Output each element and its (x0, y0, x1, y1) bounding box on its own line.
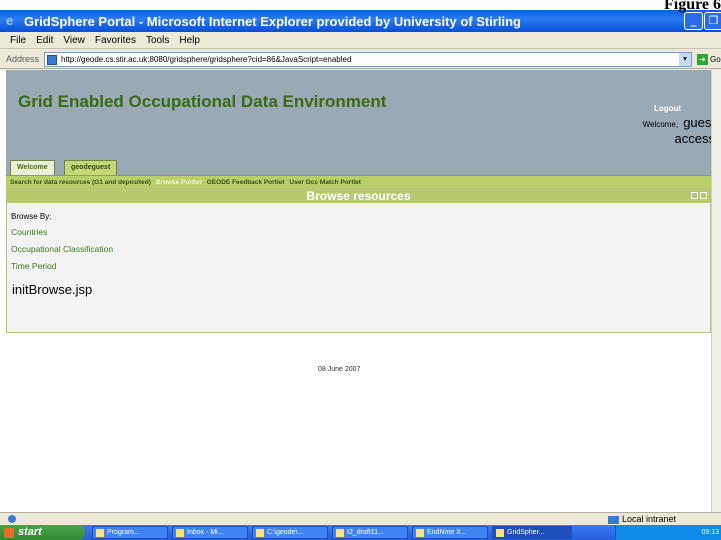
browse-by-label: Browse By: (11, 212, 52, 221)
link-occupational-classification[interactable]: Occupational Classification (11, 244, 113, 254)
maximize-portlet-icon[interactable] (700, 192, 707, 199)
go-label: Go (710, 55, 721, 64)
tab-welcome[interactable]: Welcome (10, 160, 55, 175)
address-dropdown-icon[interactable]: ▼ (679, 53, 691, 66)
go-arrow-icon: ➜ (697, 54, 708, 65)
vertical-scrollbar[interactable] (711, 70, 721, 512)
system-tray: 09:13 (615, 525, 721, 540)
footer-date: 08 June 2007 (318, 366, 361, 373)
app-icon (336, 529, 344, 537)
taskbar-item-endnote[interactable]: EndNote X... (412, 526, 488, 539)
folder-icon (256, 529, 264, 537)
taskbar-item-draft[interactable]: t2_draft11... (332, 526, 408, 539)
address-label: Address (6, 54, 40, 64)
menu-file[interactable]: File (10, 35, 26, 46)
link-countries[interactable]: Countries (11, 227, 47, 237)
taskbar-label: Program... (107, 529, 140, 536)
intranet-icon (608, 515, 619, 524)
status-bar: Local intranet (0, 512, 721, 525)
welcome-label: Welcome, (642, 120, 679, 129)
ie-window: e GridSphere Portal - Microsoft Internet… (0, 10, 721, 540)
portal-title: Grid Enabled Occupational Data Environme… (18, 92, 387, 111)
address-bar: Address http://geode.cs.stir.ac.uk:8080/… (0, 50, 721, 69)
window-title: GridSphere Portal - Microsoft Internet E… (24, 13, 521, 29)
portlet-title-text: Browse resources (306, 189, 411, 203)
taskbar-item-inbox[interactable]: Inbox - Mi... (172, 526, 248, 539)
browse-portlet: Browse resources Browse By: Countries Oc… (6, 188, 711, 333)
page-icon (47, 54, 57, 65)
portal-tabs: Welcome geodeguest (6, 155, 711, 175)
portal-header: Grid Enabled Occupational Data Environme… (6, 70, 711, 155)
zone-label: Local intranet (622, 514, 677, 524)
menu-view[interactable]: View (63, 35, 85, 46)
jsp-filename: initBrowse.jsp (12, 282, 93, 297)
minimize-button[interactable]: _ (684, 12, 703, 30)
welcome-text: Welcome, guest access (625, 114, 711, 146)
app-icon (416, 529, 424, 537)
page-content: Grid Enabled Occupational Data Environme… (0, 70, 711, 512)
taskbar-label: t2_draft11... (347, 529, 384, 536)
address-input[interactable]: http://geode.cs.stir.ac.uk:8080/gridsphe… (44, 52, 692, 67)
menu-tools[interactable]: Tools (146, 35, 169, 46)
start-button[interactable]: start (0, 525, 85, 540)
go-button[interactable]: ➜ Go (697, 52, 721, 67)
security-zone: Local intranet (608, 514, 676, 524)
menu-bar: File Edit View Favorites Tools Help (0, 32, 721, 49)
subtab-occ-match[interactable]: User Occ Match Portlet (289, 179, 361, 186)
windows-logo-icon (4, 528, 14, 538)
figure-label: Figure 6 (663, 0, 721, 13)
minimize-portlet-icon[interactable] (691, 192, 698, 199)
taskbar-item-folder[interactable]: C:\geode\... (252, 526, 328, 539)
clock[interactable]: 09:13 (701, 529, 719, 536)
taskbar-label: EndNote X... (427, 529, 467, 536)
ie-icon (496, 529, 504, 537)
subtab-feedback[interactable]: GEODE Feedback Portlet (207, 179, 285, 186)
page-status-icon (8, 515, 16, 523)
screenshot: e GridSphere Portal - Microsoft Internet… (0, 0, 721, 540)
menu-favorites[interactable]: Favorites (95, 35, 136, 46)
address-url: http://geode.cs.stir.ac.uk:8080/gridsphe… (61, 55, 352, 64)
start-label: start (18, 526, 42, 538)
subtab-browse[interactable]: Browse Portlet (156, 179, 202, 186)
app-icon (176, 529, 184, 537)
portlet-controls (689, 192, 707, 199)
taskbar-label: GridSpher... (507, 529, 545, 536)
link-time-period[interactable]: Time Period (11, 261, 57, 271)
taskbar-label: C:\geode\... (267, 529, 304, 536)
maximize-button[interactable]: ❐ (704, 12, 721, 30)
user-name: guest access (674, 115, 711, 146)
app-icon (96, 529, 104, 537)
taskbar-item-program[interactable]: Program... (92, 526, 168, 539)
tab-geodeguest[interactable]: geodeguest (64, 160, 118, 175)
subtab-search[interactable]: Search for data resources (G1 and deposi… (10, 179, 151, 186)
portlet-subtabs: Search for data resources (G1 and deposi… (6, 175, 711, 188)
menu-edit[interactable]: Edit (36, 35, 53, 46)
portlet-title: Browse resources (7, 189, 710, 203)
ie-icon: e (6, 13, 14, 28)
taskbar-item-gridsphere[interactable]: GridSpher... (492, 526, 572, 539)
menu-help[interactable]: Help (179, 35, 200, 46)
taskbar: start Program... Inbox - Mi... C:\geode\… (0, 525, 721, 540)
title-bar[interactable]: e GridSphere Portal - Microsoft Internet… (0, 10, 721, 32)
taskbar-label: Inbox - Mi... (187, 529, 224, 536)
